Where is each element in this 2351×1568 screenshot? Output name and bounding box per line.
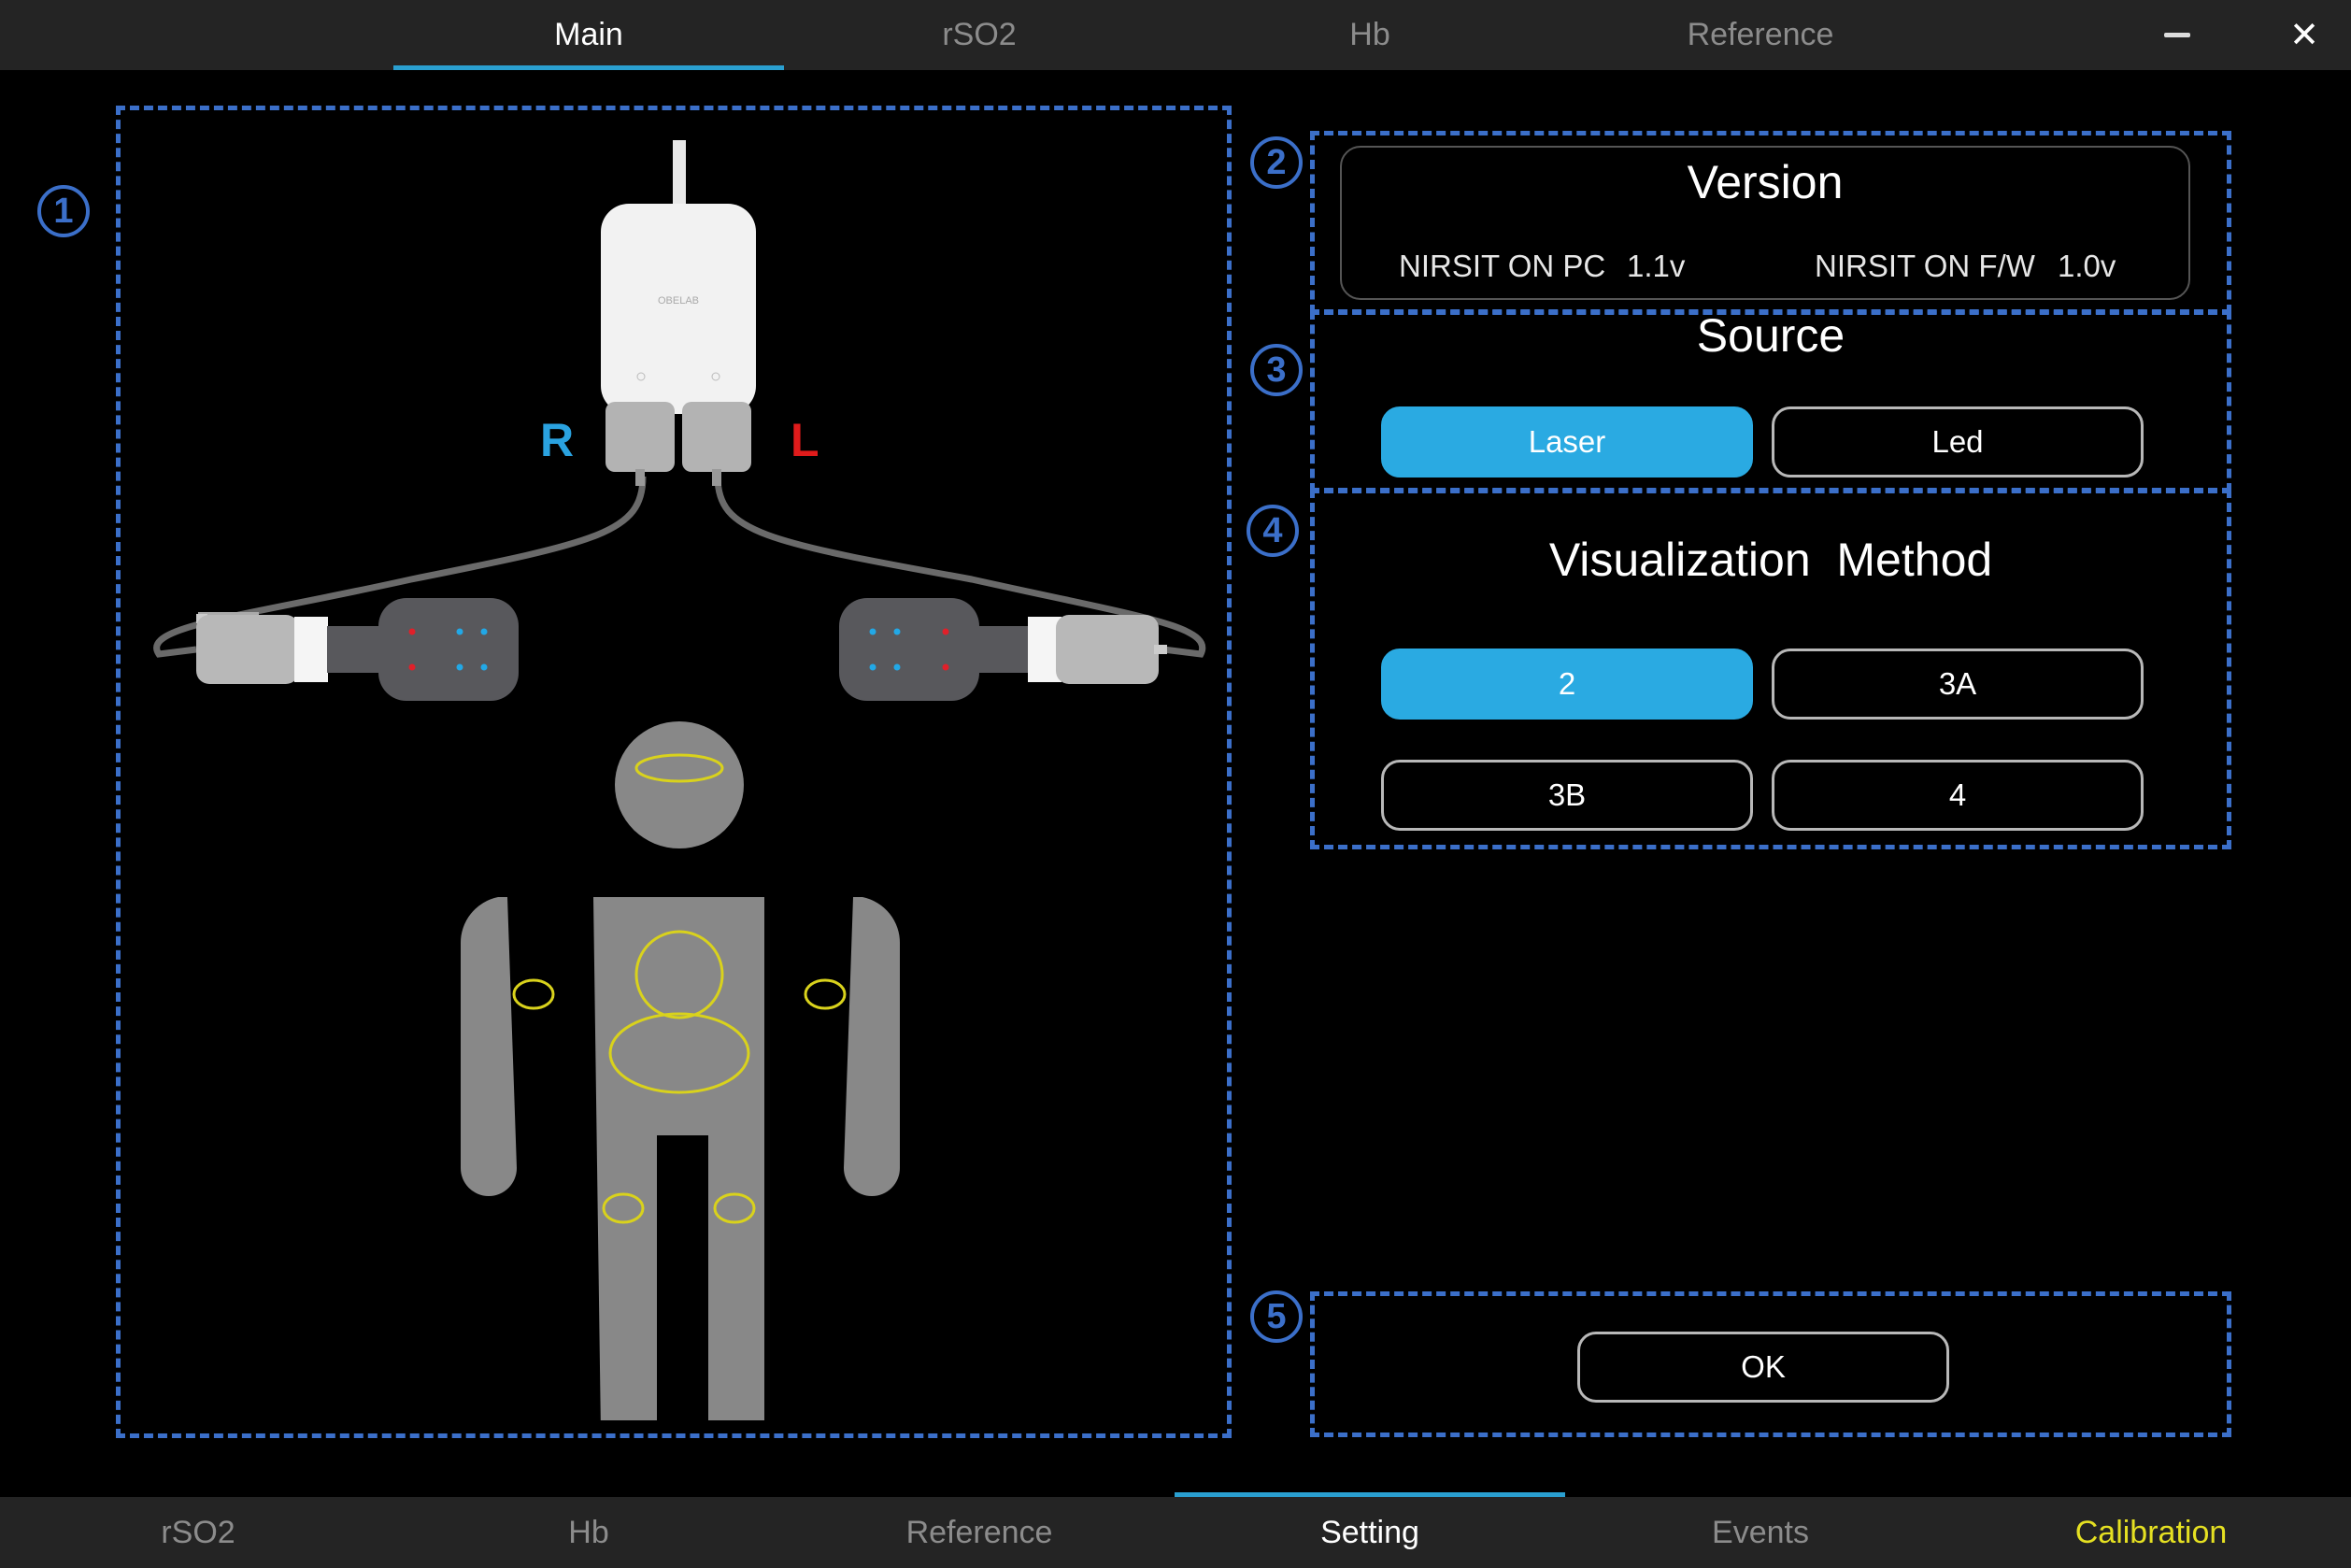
bottom-tab-calibration[interactable]: Calibration [1956,1497,2346,1568]
visualization-title: Visualization Method [1548,534,1993,586]
pc-version-value: 1.1v [1627,249,1686,283]
left-arm [844,897,901,1196]
bottom-tab-setting[interactable]: Setting [1175,1492,1565,1568]
annotation-badge-3: 3 [1250,344,1303,396]
device-diagram: OBELAB [153,140,1206,1420]
left-side-label: L [791,414,819,466]
right-connector [606,402,675,472]
close-button[interactable]: ✕ [2267,0,2342,70]
source-title: Source [1696,309,1845,362]
annotation-badge-1: 1 [37,185,90,237]
source-laser-button[interactable]: Laser [1381,406,1753,478]
visualization-4-button[interactable]: 4 [1772,760,2144,831]
hub-brand-text: OBELAB [658,295,699,306]
visualization-3a-button[interactable]: 3A [1772,649,2144,720]
bottom-tab-rso2[interactable]: rSO2 [3,1497,393,1568]
fw-version-label: NIRSIT ON F/W [1815,249,2035,283]
minimize-button[interactable] [2140,0,2215,70]
tab-reference[interactable]: Reference [1565,0,1956,70]
sensor-site-right-arm[interactable] [512,978,555,1010]
top-tab-bar: Main rSO2 Hb Reference ✕ [0,0,2351,70]
tab-hb[interactable]: Hb [1175,0,1565,70]
version-title: Version [1687,156,1844,208]
right-side-label: R [540,414,575,466]
ok-button[interactable]: OK [1577,1332,1949,1403]
right-probe [196,598,519,701]
head [615,721,744,848]
annotation-badge-4: 4 [1247,505,1299,557]
tab-rso2[interactable]: rSO2 [784,0,1175,70]
right-arm [460,897,517,1196]
minimize-icon [2164,33,2190,37]
body-figure [460,721,901,1420]
annotation-badge-5: 5 [1250,1290,1303,1343]
torso-legs [593,897,764,1420]
annotation-badge-2: 2 [1250,136,1303,189]
close-icon: ✕ [2289,16,2319,55]
visualization-2-button[interactable]: 2 [1381,649,1753,720]
bottom-tab-events[interactable]: Events [1565,1497,1956,1568]
pc-version-label: NIRSIT ON PC [1399,249,1606,283]
tab-main[interactable]: Main [393,0,784,70]
sensor-site-left-arm[interactable] [804,978,847,1010]
visualization-3b-button[interactable]: 3B [1381,760,1753,831]
source-led-button[interactable]: Led [1772,406,2144,478]
left-connector [682,402,751,472]
hub-device: OBELAB [601,140,756,486]
bottom-tab-reference[interactable]: Reference [784,1497,1175,1568]
fw-version-value: 1.0v [2058,249,2116,283]
bottom-tab-bar: rSO2 Hb Reference Setting Events Calibra… [0,1492,2351,1568]
bottom-tab-hb[interactable]: Hb [393,1497,784,1568]
